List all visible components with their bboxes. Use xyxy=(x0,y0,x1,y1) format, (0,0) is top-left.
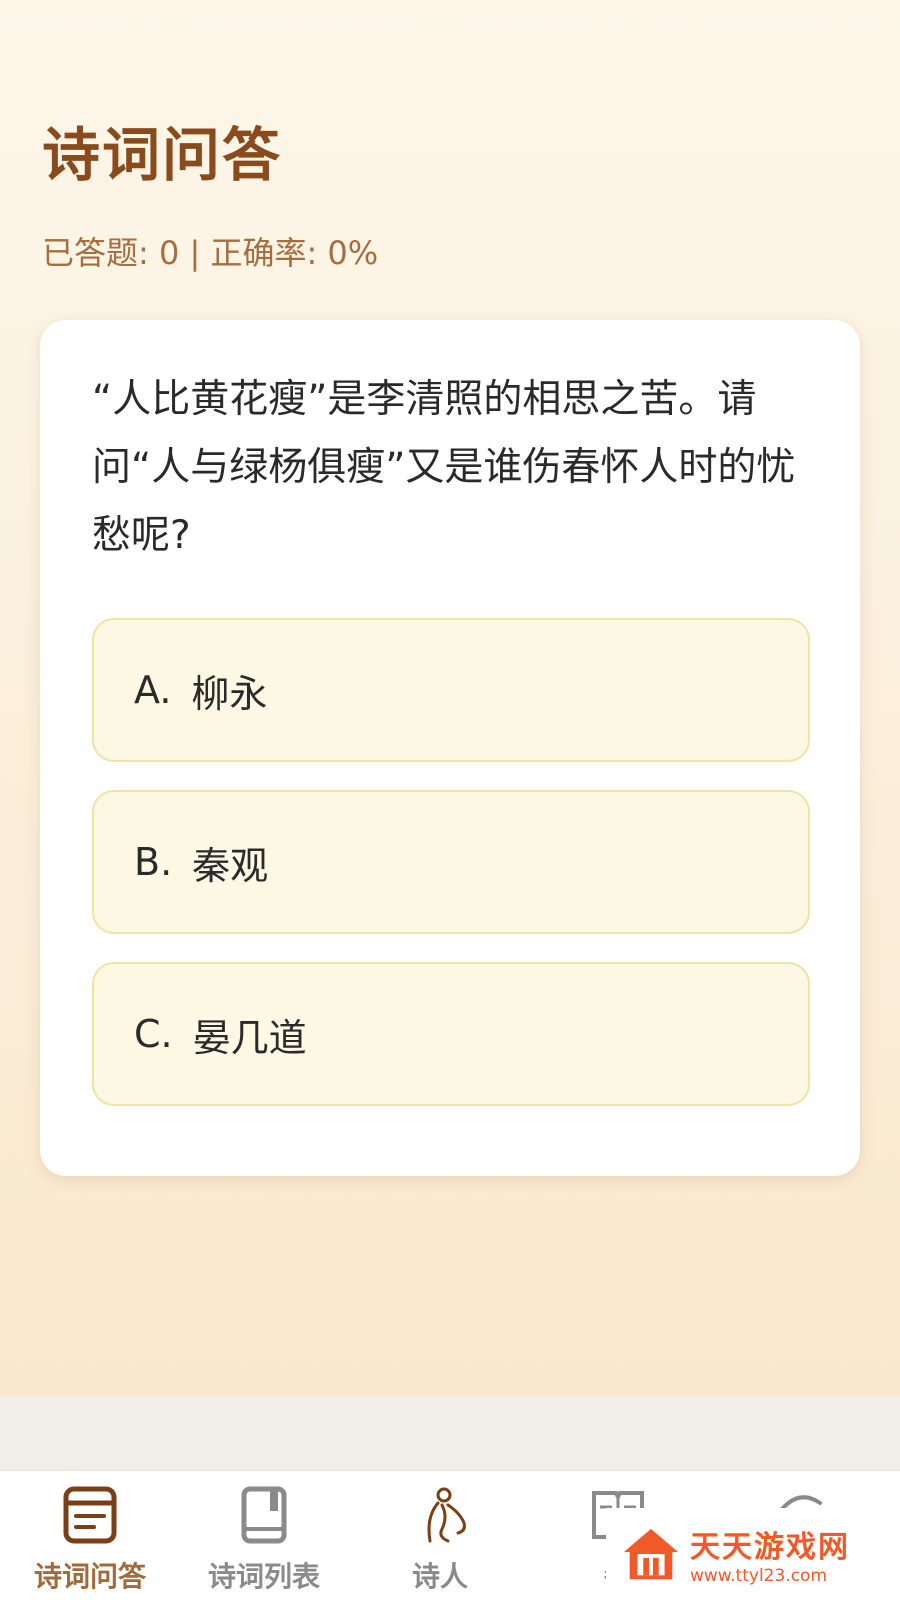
option-letter: C. xyxy=(134,1012,173,1056)
option-a-button[interactable]: A. 柳永 xyxy=(92,618,810,762)
page-title: 诗词问答 xyxy=(42,121,283,189)
tab-label: 诗词列表 xyxy=(207,1560,320,1593)
stats-text: 已答题: 0 | 正确率: 0% xyxy=(42,234,379,272)
quiz-icon xyxy=(63,1486,117,1544)
poet-icon xyxy=(427,1487,466,1543)
option-b-button[interactable]: B. 秦观 xyxy=(92,790,810,934)
watermark-url: www.ttyl23.com xyxy=(690,1566,828,1586)
watermark-logo: 天天游戏网 www.ttyl23.com xyxy=(606,1508,900,1600)
option-letter: A. xyxy=(134,668,172,712)
question-text: “人比黄花瘦”是李清照的相思之苦。请问“人与绿杨俱瘦”又是谁伤春怀人时的忧愁呢? xyxy=(92,377,796,558)
watermark-house-icon xyxy=(623,1528,679,1580)
tab-poets[interactable]: 诗人 xyxy=(350,1471,530,1600)
book-icon xyxy=(241,1486,287,1544)
content-bottom-strip xyxy=(0,1396,900,1470)
tab-label: 诗词问答 xyxy=(33,1560,146,1593)
option-text: 柳永 xyxy=(191,671,268,716)
option-text: 秦观 xyxy=(192,843,269,888)
tab-quiz[interactable]: 诗词问答 xyxy=(0,1471,180,1600)
page-header: 诗词问答 已答题: 0 | 正确率: 0% xyxy=(42,108,378,274)
question-card: “人比黄花瘦”是李清照的相思之苦。请问“人与绿杨俱瘦”又是谁伤春怀人时的忧愁呢?… xyxy=(40,320,860,1176)
option-c-button[interactable]: C. 晏几道 xyxy=(92,962,810,1106)
option-letter: B. xyxy=(134,840,173,884)
option-text: 晏几道 xyxy=(192,1015,307,1060)
tab-label: 诗人 xyxy=(411,1560,468,1593)
watermark-title: 天天游戏网 xyxy=(690,1530,850,1565)
tab-poem-list[interactable]: 诗词列表 xyxy=(174,1471,354,1600)
